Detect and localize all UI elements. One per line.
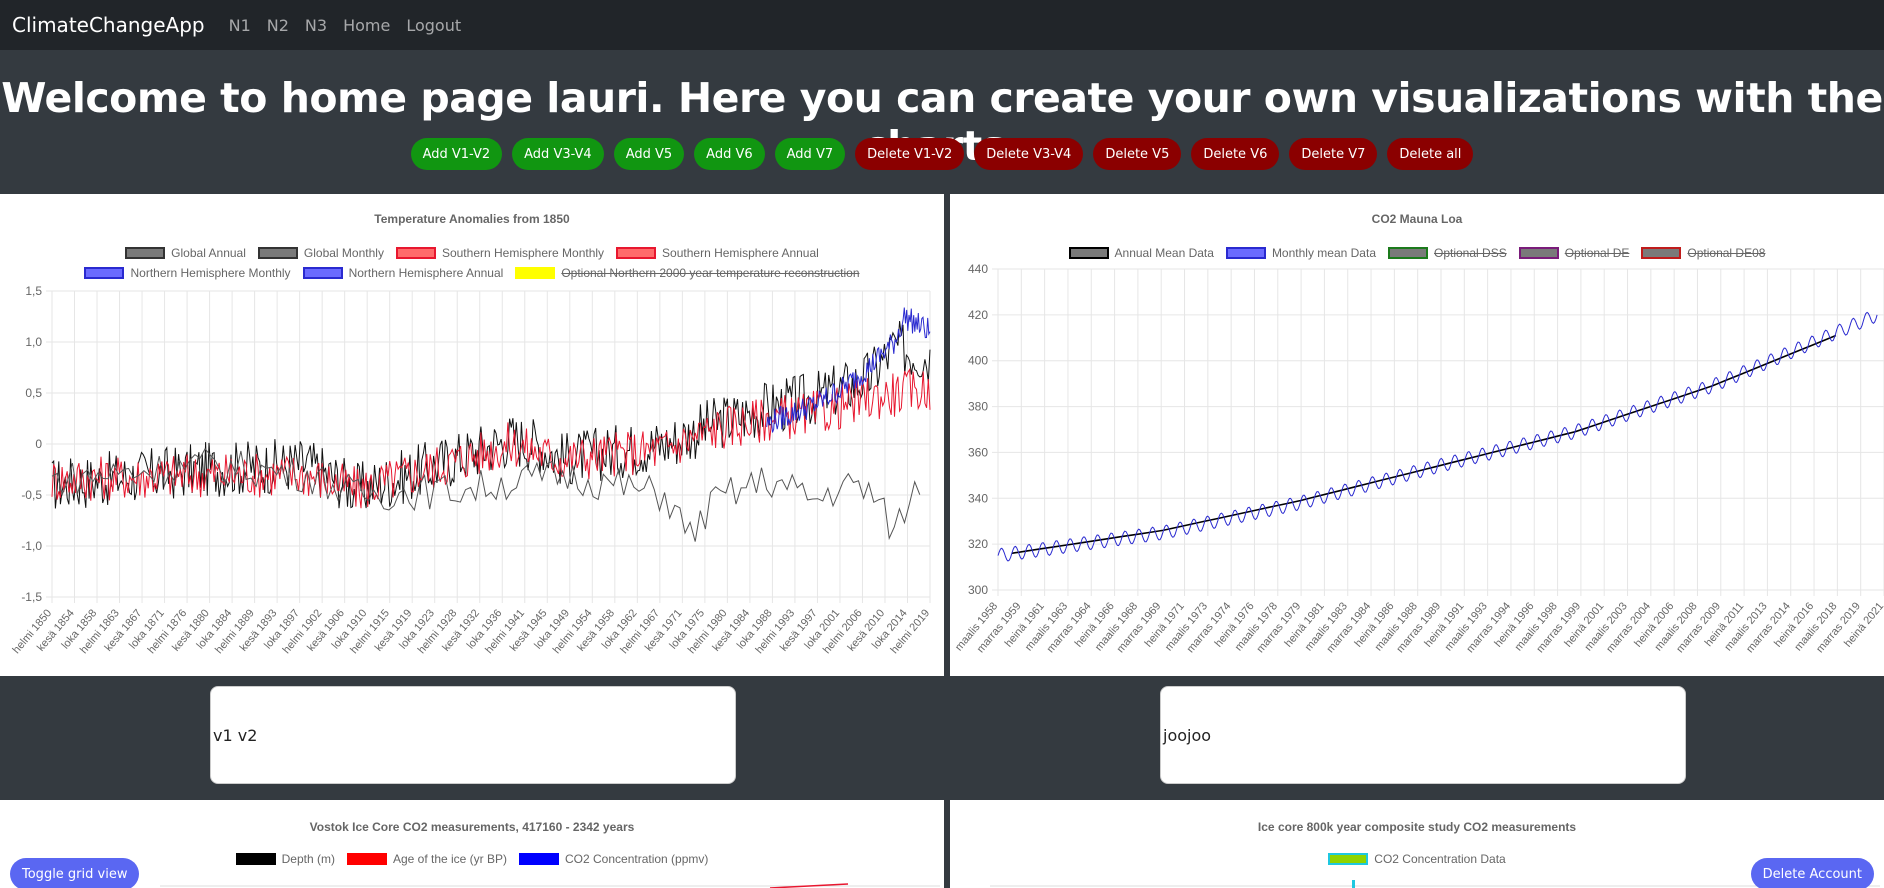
y-tick-label: 340 — [968, 491, 988, 505]
y-tick-label: 360 — [968, 445, 988, 459]
y-tick-label: 440 — [968, 262, 988, 276]
delete-all-button[interactable]: Delete all — [1387, 138, 1474, 170]
description-text: joojoo — [1163, 725, 1212, 745]
y-tick-label: 0,5 — [25, 386, 42, 400]
nav-link-n3[interactable]: N3 — [305, 16, 327, 35]
add-v7-button[interactable]: Add V7 — [774, 138, 846, 170]
co2-mauna-loa-panel: CO2 Mauna Loa Annual Mean Data Monthly me… — [950, 194, 1884, 676]
temperature-chart: 1,51,00,50-0,5-1,0-1,5helmi 1850kesä 185… — [11, 284, 933, 656]
nav-link-logout[interactable]: Logout — [406, 16, 461, 35]
series-line — [1011, 334, 1837, 555]
temperature-chart-panel: Temperature Anomalies from 1850 Global A… — [0, 194, 944, 676]
nav-link-n1[interactable]: N1 — [229, 16, 251, 35]
nav-link-home[interactable]: Home — [343, 16, 390, 35]
y-tick-label: -1,0 — [21, 539, 42, 553]
toggle-grid-view-button[interactable]: Toggle grid view — [10, 858, 140, 888]
ice-core-chart-stub — [990, 880, 1880, 888]
co2-chart: 440420400380360340320300maalis 1958marra… — [953, 262, 1884, 655]
delete-v5-button[interactable]: Delete V5 — [1093, 138, 1182, 170]
description-box-joojoo[interactable]: joojoo — [1160, 686, 1686, 784]
y-tick-label: 400 — [968, 354, 988, 368]
delete-v7-button[interactable]: Delete V7 — [1289, 138, 1378, 170]
add-v1-v2-button[interactable]: Add V1-V2 — [410, 138, 503, 170]
y-tick-label: 420 — [968, 308, 988, 322]
y-tick-label: 380 — [968, 400, 988, 414]
description-box-v1-v2[interactable]: v1 v2 — [210, 686, 736, 784]
vostok-chart-panel: Vostok Ice Core CO2 measurements, 417160… — [0, 800, 944, 888]
navbar: ClimateChangeApp N1 N2 N3 Home Logout — [0, 0, 1884, 50]
delete-v6-button[interactable]: Delete V6 — [1191, 138, 1280, 170]
description-text: v1 v2 — [213, 725, 258, 745]
series-line — [997, 311, 1878, 562]
ice-core-800k-panel: Ice core 800k year composite study CO2 m… — [950, 800, 1884, 888]
delete-v3-v4-button[interactable]: Delete V3-V4 — [974, 138, 1084, 170]
y-tick-label: 0 — [35, 437, 42, 451]
y-tick-label: 300 — [968, 583, 988, 597]
add-v5-button[interactable]: Add V5 — [613, 138, 685, 170]
nav-link-n2[interactable]: N2 — [267, 16, 289, 35]
brand-link[interactable]: ClimateChangeApp — [12, 13, 205, 37]
delete-v1-v2-button[interactable]: Delete V1-V2 — [855, 138, 965, 170]
action-button-row: Add V1-V2 Add V3-V4 Add V5 Add V6 Add V7… — [0, 138, 1884, 170]
y-tick-label: -0,5 — [21, 488, 42, 502]
add-v6-button[interactable]: Add V6 — [694, 138, 765, 170]
add-v3-v4-button[interactable]: Add V3-V4 — [512, 138, 604, 170]
y-tick-label: 320 — [968, 537, 988, 551]
delete-account-button[interactable]: Delete Account — [1750, 858, 1874, 888]
y-tick-label: -1,5 — [21, 590, 42, 604]
cyan-series-mark — [1352, 880, 1355, 888]
y-tick-label: 1,5 — [25, 284, 42, 298]
y-tick-label: 1,0 — [25, 335, 42, 349]
vostok-chart-stub — [160, 883, 940, 888]
